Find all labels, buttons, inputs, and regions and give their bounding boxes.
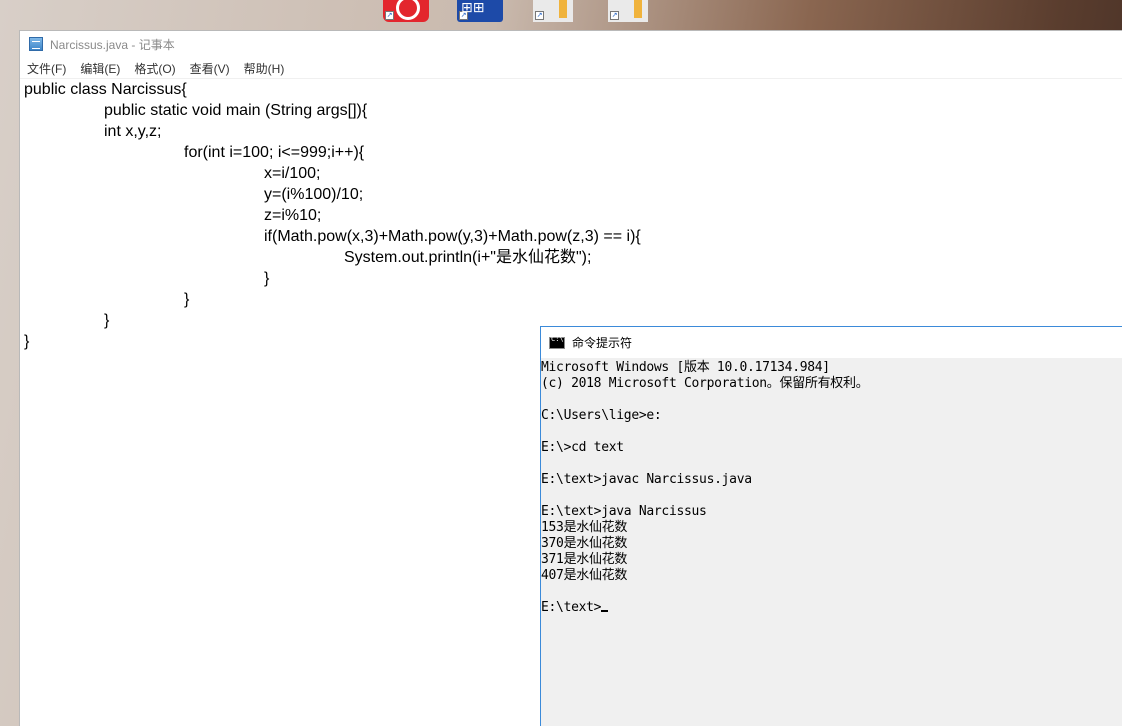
text-cursor xyxy=(601,610,609,612)
code-line: y=(i%100)/10; xyxy=(264,186,364,203)
console-line: E:\>cd text xyxy=(541,440,624,455)
notepad-text-editor[interactable]: public class Narcissus{ public static voi… xyxy=(24,79,1114,352)
menu-help[interactable]: 帮助(H) xyxy=(244,60,285,77)
notepad-menubar: 文件(F) 编辑(E) 格式(O) 查看(V) 帮助(H) xyxy=(20,58,1122,78)
desktop-shortcut-blue-app-icon[interactable]: ↗ xyxy=(457,0,503,22)
document-bar-decoration xyxy=(634,0,642,18)
command-prompt-window: 命令提示符 Microsoft Windows [版本 10.0.17134.9… xyxy=(540,326,1122,726)
console-line: Microsoft Windows [版本 10.0.17134.984] xyxy=(541,360,830,375)
code-line: z=i%10; xyxy=(264,207,322,224)
code-line: } xyxy=(264,270,270,287)
command-prompt-output[interactable]: Microsoft Windows [版本 10.0.17134.984] (c)… xyxy=(541,358,1122,726)
console-line: (c) 2018 Microsoft Corporation。保留所有权利。 xyxy=(541,376,869,391)
menu-file[interactable]: 文件(F) xyxy=(27,60,66,77)
code-line: int x,y,z; xyxy=(104,123,162,140)
notepad-app-icon xyxy=(29,37,43,51)
shortcut-arrow-icon: ↗ xyxy=(535,11,544,20)
desktop-shortcut-red-app-icon[interactable]: ↗ xyxy=(383,0,429,22)
desktop-shortcut-document-icon[interactable]: ↗ xyxy=(533,0,573,22)
menu-format[interactable]: 格式(O) xyxy=(134,60,175,77)
command-prompt-window-title: 命令提示符 xyxy=(572,336,633,350)
shortcut-arrow-icon: ↗ xyxy=(459,11,468,20)
console-line: 153是水仙花数 xyxy=(541,520,628,535)
shortcut-arrow-icon: ↗ xyxy=(610,11,619,20)
console-line: 407是水仙花数 xyxy=(541,568,628,583)
console-line: 370是水仙花数 xyxy=(541,536,628,551)
menu-edit[interactable]: 编辑(E) xyxy=(80,60,120,77)
command-prompt-titlebar[interactable]: 命令提示符 xyxy=(541,327,1122,358)
console-line: E:\text> xyxy=(541,600,1122,616)
code-line: System.out.println(i+"是水仙花数"); xyxy=(344,249,592,266)
menu-view[interactable]: 查看(V) xyxy=(190,60,230,77)
console-line: C:\Users\lige>e: xyxy=(541,408,662,423)
console-line: E:\text>java Narcissus xyxy=(541,504,707,519)
code-line: if(Math.pow(x,3)+Math.pow(y,3)+Math.pow(… xyxy=(264,228,641,245)
command-prompt-app-icon xyxy=(549,335,565,349)
document-bar-decoration xyxy=(559,0,567,18)
code-line: x=i/100; xyxy=(264,165,321,182)
code-line: public static void main (String args[]){ xyxy=(104,102,368,119)
notepad-titlebar[interactable]: Narcissus.java - 记事本 xyxy=(20,31,1122,57)
shortcut-arrow-icon: ↗ xyxy=(385,11,394,20)
code-line: public class Narcissus{ xyxy=(24,81,187,98)
code-line: } xyxy=(184,291,190,308)
console-line: 371是水仙花数 xyxy=(541,552,628,567)
console-line: E:\text>javac Narcissus.java xyxy=(541,472,752,487)
notepad-window-title: Narcissus.java - 记事本 xyxy=(50,37,175,52)
code-line: for(int i=100; i<=999;i++){ xyxy=(184,144,365,161)
desktop-shortcut-folder-icon[interactable]: ↗ xyxy=(608,0,648,22)
